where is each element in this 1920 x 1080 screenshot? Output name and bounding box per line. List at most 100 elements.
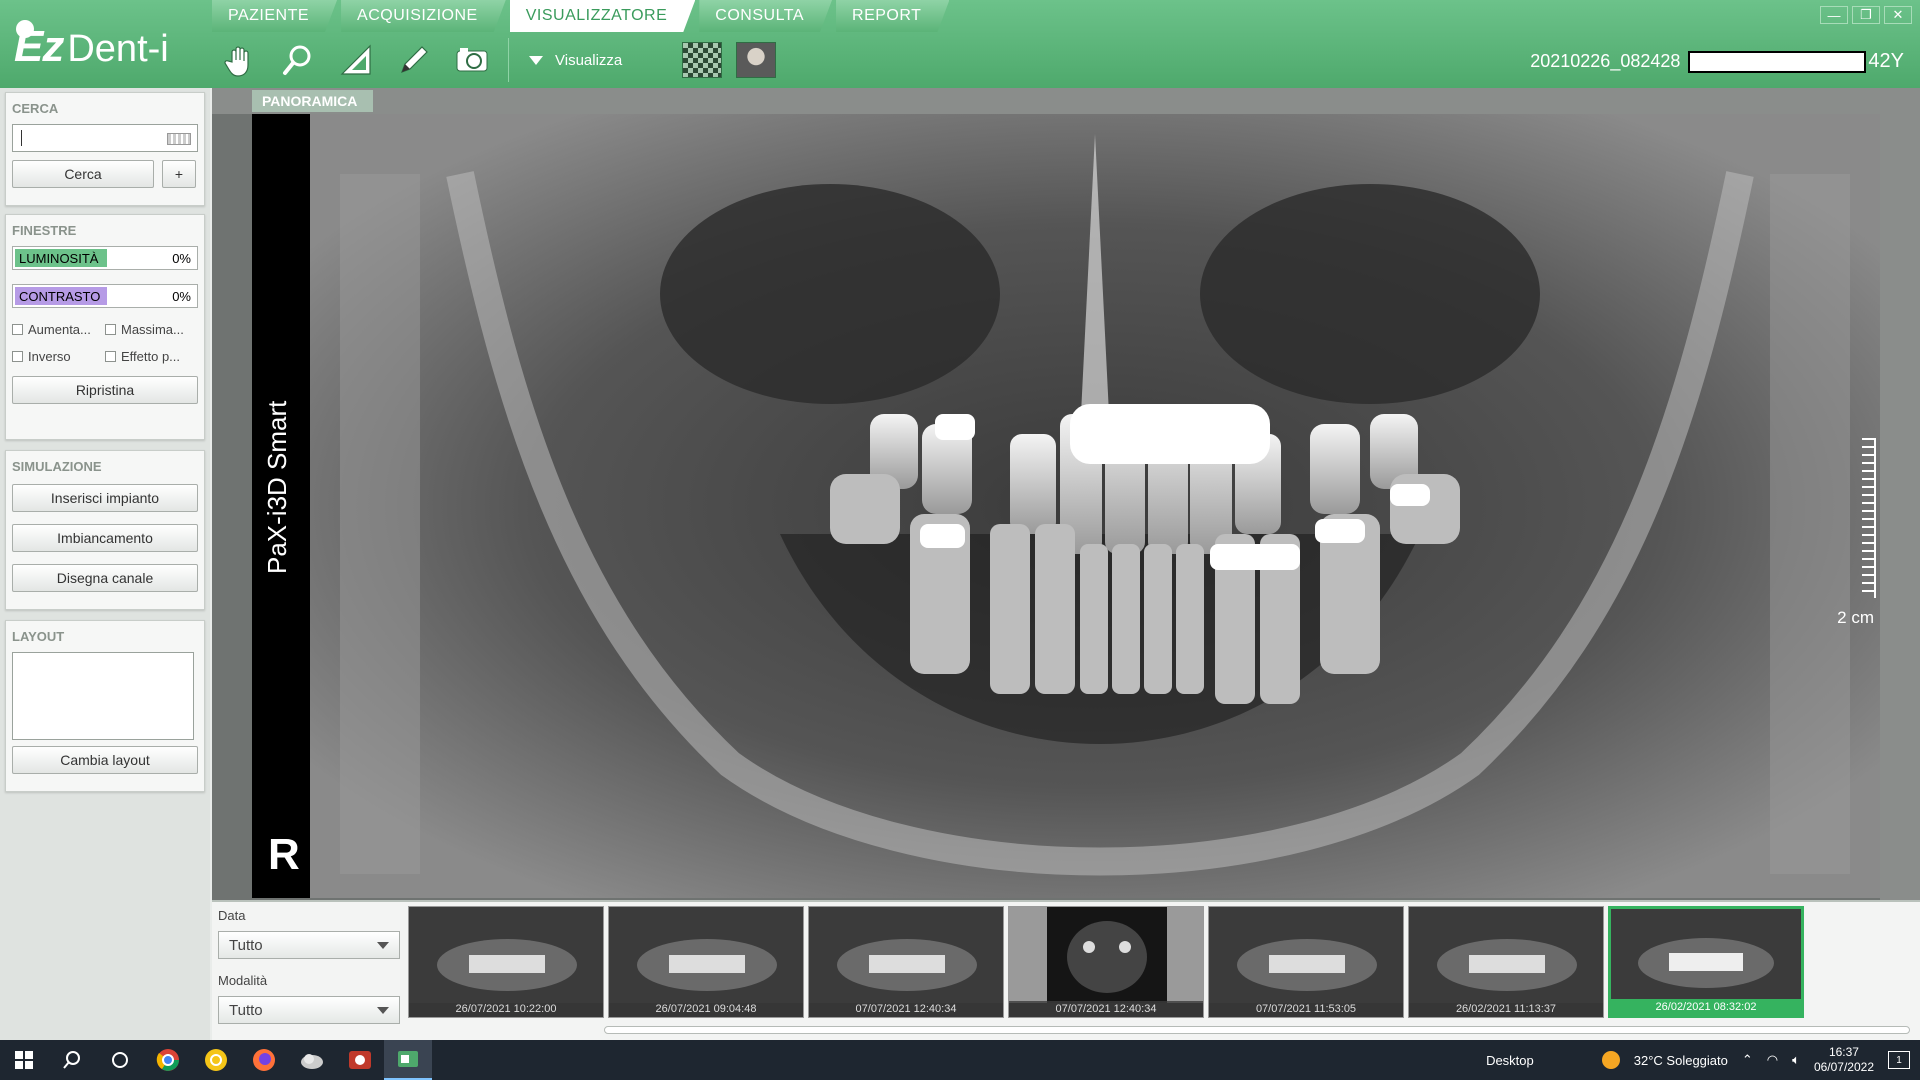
pencil-icon[interactable] [392, 38, 436, 82]
camera-refresh-icon[interactable] [450, 38, 494, 82]
ruler-angle-icon[interactable] [334, 38, 378, 82]
simulazione-section: SIMULAZIONE Inserisci impianto Imbiancam… [5, 450, 205, 610]
luminosita-slider[interactable]: LUMINOSITÀ 0% [12, 246, 198, 270]
device-strip: PaX-i3D Smart R [252, 114, 310, 898]
contrasto-label: CONTRASTO [19, 288, 101, 304]
finestre-section: FINESTRE LUMINOSITÀ 0% CONTRASTO 0% Aume… [5, 214, 205, 440]
layout-preview[interactable] [12, 652, 194, 740]
thumbnail-1[interactable]: 26/07/2021 09:04:48 [608, 906, 804, 1018]
logo-dot [16, 20, 34, 38]
data-label: Data [218, 908, 246, 923]
app-header: Ez Dent-i PAZIENTE ACQUISIZIONE VISUALIZZ… [0, 0, 1920, 88]
panoramic-xray-image[interactable] [310, 114, 1880, 898]
overlay-grid-icon[interactable] [682, 42, 723, 78]
data-select[interactable]: Tutto [218, 931, 400, 959]
massima-checkbox[interactable]: Massima... [105, 322, 198, 337]
desktop-toolbar[interactable]: Desktop [1486, 1053, 1534, 1068]
ripristina-button[interactable]: Ripristina [12, 376, 198, 404]
thumbnail-date: 26/02/2021 11:13:37 [1409, 1001, 1603, 1017]
tab-acquisizione[interactable]: ACQUISIZIONE [341, 0, 506, 32]
restore-button[interactable]: ❐ [1852, 6, 1880, 24]
add-button[interactable]: + [162, 160, 196, 188]
search-input[interactable] [12, 124, 198, 152]
volume-icon[interactable]: 🔈︎ [1792, 1052, 1800, 1068]
close-button[interactable]: ✕ [1884, 6, 1912, 24]
chevron-up-icon[interactable]: ⌃ [1742, 1052, 1753, 1068]
thumbnail-6[interactable]: 26/02/2021 08:32:02 [1608, 906, 1804, 1018]
simulazione-title: SIMULAZIONE [12, 459, 102, 474]
cerca-section: CERCA Cerca + [5, 92, 205, 206]
thumbnail-xray-icon [1209, 907, 1403, 1003]
filmstrip-scrollbar[interactable] [604, 1026, 1910, 1034]
hand-icon[interactable] [218, 38, 262, 82]
thumbnail-0[interactable]: 26/07/2021 10:22:00 [408, 906, 604, 1018]
ezdent-taskbar-icon[interactable] [384, 1040, 432, 1080]
inverso-checkbox[interactable]: Inverso [12, 349, 105, 364]
tab-visualizzatore[interactable]: VISUALIZZATORE [510, 0, 696, 32]
cloud-app-icon[interactable] [288, 1040, 336, 1080]
browser-yellow-icon[interactable] [192, 1040, 240, 1080]
weather-text[interactable]: 32°C Soleggiato [1634, 1053, 1728, 1068]
keyboard-icon[interactable] [167, 133, 191, 145]
thumbnail-date: 07/07/2021 12:40:34 [809, 1001, 1003, 1017]
patient-age: 42Y [1868, 50, 1904, 72]
luminosita-label: LUMINOSITÀ [19, 250, 99, 266]
viewer-right-rim [1880, 114, 1920, 900]
chevron-down-icon [377, 1006, 389, 1014]
visualizza-dropdown[interactable]: Visualizza [529, 52, 622, 69]
thumbnail-3[interactable]: 07/07/2021 12:40:34 [1008, 906, 1204, 1018]
filmstrip-area: Data Tutto Modalità Tutto 26/07/2021 10:… [212, 900, 1920, 1040]
thumbnail-xray-icon [1409, 907, 1603, 1003]
luminosita-value: 0% [172, 250, 191, 266]
checkbox-icon [105, 324, 116, 335]
zoom-icon[interactable] [276, 38, 320, 82]
media-app-icon[interactable] [336, 1040, 384, 1080]
thumbnail-4[interactable]: 07/07/2021 11:53:05 [1208, 906, 1404, 1018]
windows-taskbar: Desktop 32°C Soleggiato ⌃ ◠ 🔈︎ 16:37 06/… [0, 1040, 1920, 1080]
wifi-icon[interactable]: ◠ [1767, 1052, 1778, 1068]
thumbnail-date: 26/07/2021 10:22:00 [409, 1001, 603, 1017]
app-logo: Ez Dent-i [14, 20, 169, 72]
clock-time: 16:37 [1828, 1045, 1859, 1059]
contrasto-slider[interactable]: CONTRASTO 0% [12, 284, 198, 308]
cerca-button[interactable]: Cerca [12, 160, 154, 188]
xray-panel[interactable]: PaX-i3D Smart R 2 cm [252, 114, 1880, 898]
massima-label: Massima... [121, 322, 184, 337]
main-tabs: PAZIENTE ACQUISIZIONE VISUALIZZATORE CON… [212, 0, 953, 32]
cerca-title: CERCA [12, 101, 59, 116]
face-photo-icon[interactable] [736, 42, 777, 78]
left-panel: CERCA Cerca + FINESTRE LUMINOSITÀ 0% CON… [0, 88, 210, 1040]
thumbnail-2[interactable]: 07/07/2021 12:40:34 [808, 906, 1004, 1018]
notification-icon[interactable]: 1 [1888, 1051, 1910, 1069]
search-icon[interactable] [48, 1040, 96, 1080]
modalita-select[interactable]: Tutto [218, 996, 400, 1024]
clock-date: 06/07/2022 [1813, 1060, 1874, 1074]
imbiancamento-button[interactable]: Imbiancamento [12, 524, 198, 552]
chevron-down-icon [529, 55, 543, 65]
checkbox-icon [105, 351, 116, 362]
checkbox-icon [12, 324, 23, 335]
disegna-canale-button[interactable]: Disegna canale [12, 564, 198, 592]
thumbnail-5[interactable]: 26/02/2021 11:13:37 [1408, 906, 1604, 1018]
cambia-layout-button[interactable]: Cambia layout [12, 746, 198, 774]
minimize-button[interactable]: — [1820, 6, 1848, 24]
taskbar-clock[interactable]: 16:37 06/07/2022 [1814, 1045, 1874, 1075]
visualizza-label: Visualizza [555, 51, 623, 69]
tab-paziente[interactable]: PAZIENTE [212, 0, 337, 32]
viewer-header: PANORAMICA [212, 88, 1920, 114]
task-view-icon[interactable] [96, 1040, 144, 1080]
inserisci-impianto-button[interactable]: Inserisci impianto [12, 484, 198, 512]
tab-consulta[interactable]: CONSULTA [699, 0, 832, 32]
thumbnail-xray-icon [409, 907, 603, 1003]
tab-report[interactable]: REPORT [836, 0, 949, 32]
firefox-icon[interactable] [240, 1040, 288, 1080]
device-name: PaX-i3D Smart [262, 400, 292, 574]
image-viewer[interactable]: PANORAMICA PaX-i3D Smart R 2 cm [212, 88, 1920, 900]
side-marker: R [268, 830, 300, 879]
start-icon[interactable] [0, 1040, 48, 1080]
chrome-icon[interactable] [144, 1040, 192, 1080]
aumenta-checkbox[interactable]: Aumenta... [12, 322, 105, 337]
image-type-label: PANORAMICA [252, 90, 374, 112]
text-caret [21, 130, 22, 146]
effetto-checkbox[interactable]: Effetto p... [105, 349, 198, 364]
